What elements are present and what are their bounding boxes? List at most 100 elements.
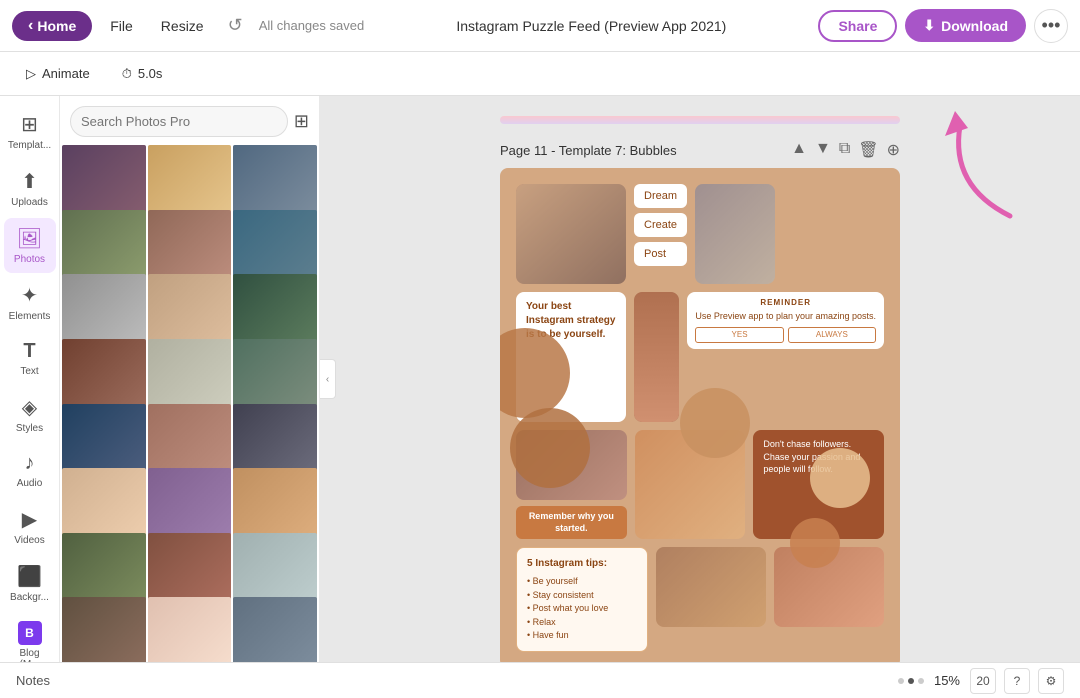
photos-panel: ⊞ <box>60 96 320 662</box>
sidebar-label-elements: Elements <box>9 311 51 322</box>
post-card[interactable]: Post <box>634 242 687 266</box>
canvas-scroll: Page 11 - Template 7: Bubbles ▲ ▼ ⧉ 🗑 ⊕ <box>320 96 1080 662</box>
reminder-always-button[interactable]: ALWAYS <box>788 327 876 343</box>
sidebar-item-styles[interactable]: ◈ Styles <box>4 387 56 442</box>
tips-list: • Be yourself • Stay consistent • Post w… <box>527 575 637 643</box>
background-icon: ⬛ <box>17 564 42 589</box>
search-input[interactable] <box>70 106 288 137</box>
sidebar-label-photos: Photos <box>14 254 45 265</box>
undo-button[interactable]: ↺ <box>222 11 249 40</box>
bottom-icons: 20 ? ⚙ <box>970 668 1064 694</box>
clock-icon: ⏱ <box>122 66 132 82</box>
download-button[interactable]: ⬇ Download <box>905 9 1026 42</box>
bottom-photo-1[interactable] <box>656 547 766 627</box>
saved-status: All changes saved <box>259 18 365 33</box>
sidebar-item-uploads[interactable]: ⬆ Uploads <box>4 161 56 216</box>
copy-page-button[interactable]: ⧉ <box>839 140 850 160</box>
hide-panel-button[interactable]: ‹ <box>320 359 336 399</box>
sidebar-item-videos[interactable]: ▶ Videos <box>4 499 56 554</box>
page-11-section: Page 11 - Template 7: Bubbles ▲ ▼ ⧉ 🗑 ⊕ <box>500 140 900 662</box>
more-options-button[interactable]: ••• <box>1034 9 1068 43</box>
resize-button[interactable]: Resize <box>151 12 214 40</box>
notes-label[interactable]: Notes <box>16 673 888 688</box>
sidebar-label-text: Text <box>20 366 38 377</box>
settings-button[interactable]: ⚙ <box>1038 668 1064 694</box>
tip-1: • Be yourself <box>527 575 637 589</box>
sidebar-label-audio: Audio <box>17 478 43 489</box>
add-page-button[interactable]: ⊕ <box>887 140 900 160</box>
sidebar-item-templates[interactable]: ⊞ Templat... <box>4 104 56 159</box>
topbar: Home File Resize ↺ All changes saved Ins… <box>0 0 1080 52</box>
delete-page-button[interactable]: 🗑 <box>858 140 878 160</box>
blob-4 <box>510 408 590 488</box>
sidebar-label-videos: Videos <box>14 535 44 546</box>
animate-icon: ▷ <box>26 66 36 82</box>
zoom-level: 15% <box>934 673 960 688</box>
blog-icon: B <box>18 621 42 645</box>
file-button[interactable]: File <box>100 12 143 40</box>
photos-search-bar: ⊞ <box>60 96 319 143</box>
template-card[interactable]: Dream Create Post Your best Instagram st… <box>500 168 900 662</box>
sidebar-item-photos[interactable]: 🖼 Photos <box>4 218 56 273</box>
audio-icon: ♪ <box>25 452 35 475</box>
list-item[interactable] <box>148 597 232 662</box>
tip-5: • Have fun <box>527 629 637 643</box>
tips-card[interactable]: 5 Instagram tips: • Be yourself • Stay c… <box>516 547 648 652</box>
sidebar-item-audio[interactable]: ♪ Audio <box>4 444 56 497</box>
blob-2 <box>680 388 750 458</box>
reminder-card[interactable]: REMINDER Use Preview app to plan your am… <box>687 292 884 349</box>
reminder-buttons: YES ALWAYS <box>695 327 876 343</box>
page-dot-active <box>908 678 914 684</box>
page-11-title: Page 11 - Template 7: Bubbles <box>500 143 785 158</box>
nav-up-button[interactable]: ▲ <box>791 140 807 160</box>
sidebar-item-background[interactable]: ⬛ Backgr... <box>4 556 56 611</box>
videos-icon: ▶ <box>22 507 37 532</box>
help-button[interactable]: ? <box>1004 668 1030 694</box>
sidebar: ⊞ Templat... ⬆ Uploads 🖼 Photos ✦ Elemen… <box>0 96 60 662</box>
partial-page-top <box>500 116 900 124</box>
remember-card[interactable]: Remember why you started. <box>516 506 627 539</box>
reminder-title: REMINDER <box>695 298 876 308</box>
photos-grid <box>60 143 319 662</box>
sidebar-item-blog[interactable]: B Blog (M... <box>4 613 56 662</box>
share-button[interactable]: Share <box>818 10 897 42</box>
hide-panel-icon: ‹ <box>326 374 329 385</box>
sidebar-label-templates: Templat... <box>8 140 51 151</box>
page-dots <box>898 678 924 684</box>
main-photo[interactable] <box>634 292 679 422</box>
filter-button[interactable]: ⊞ <box>294 111 309 132</box>
text-cards-column: Dream Create Post <box>634 184 687 266</box>
person-photo-1[interactable] <box>695 184 775 284</box>
canvas-area: ‹ Page 11 - Template 7: Bubbles ▲ ▼ ⧉ 🗑 <box>320 96 1080 662</box>
sidebar-label-uploads: Uploads <box>11 197 48 208</box>
text-icon: T <box>23 340 35 363</box>
tip-4: • Relax <box>527 616 637 630</box>
sidebar-item-text[interactable]: T Text <box>4 332 56 385</box>
row-1: Dream Create Post <box>516 184 884 284</box>
tip-2: • Stay consistent <box>527 589 637 603</box>
reminder-yes-button[interactable]: YES <box>695 327 783 343</box>
tips-title: 5 Instagram tips: <box>527 556 637 571</box>
blob-5 <box>790 518 840 568</box>
create-card[interactable]: Create <box>634 213 687 237</box>
duration-button[interactable]: ⏱ 5.0s <box>112 61 173 87</box>
nav-down-button[interactable]: ▼ <box>815 140 831 160</box>
page-11-header: Page 11 - Template 7: Bubbles ▲ ▼ ⧉ 🗑 ⊕ <box>500 140 900 160</box>
templates-icon: ⊞ <box>21 112 38 137</box>
animate-button[interactable]: ▷ Animate <box>16 61 100 87</box>
photos-icon: 🖼 <box>17 226 42 251</box>
couple-photo[interactable] <box>516 184 626 284</box>
list-item[interactable] <box>62 597 146 662</box>
list-item[interactable] <box>233 597 317 662</box>
sidebar-item-elements[interactable]: ✦ Elements <box>4 275 56 330</box>
dream-card[interactable]: Dream <box>634 184 687 208</box>
bottom-bar: Notes 15% 20 ? ⚙ <box>0 662 1080 698</box>
reminder-body: Use Preview app to plan your amazing pos… <box>695 311 876 323</box>
page-dot-3 <box>918 678 924 684</box>
main-content: ⊞ Templat... ⬆ Uploads 🖼 Photos ✦ Elemen… <box>0 96 1080 662</box>
elements-icon: ✦ <box>21 283 38 308</box>
page-number-button[interactable]: 20 <box>970 668 996 694</box>
sidebar-label-background: Backgr... <box>10 592 49 603</box>
home-button[interactable]: Home <box>12 11 92 41</box>
styles-icon: ◈ <box>22 395 37 420</box>
